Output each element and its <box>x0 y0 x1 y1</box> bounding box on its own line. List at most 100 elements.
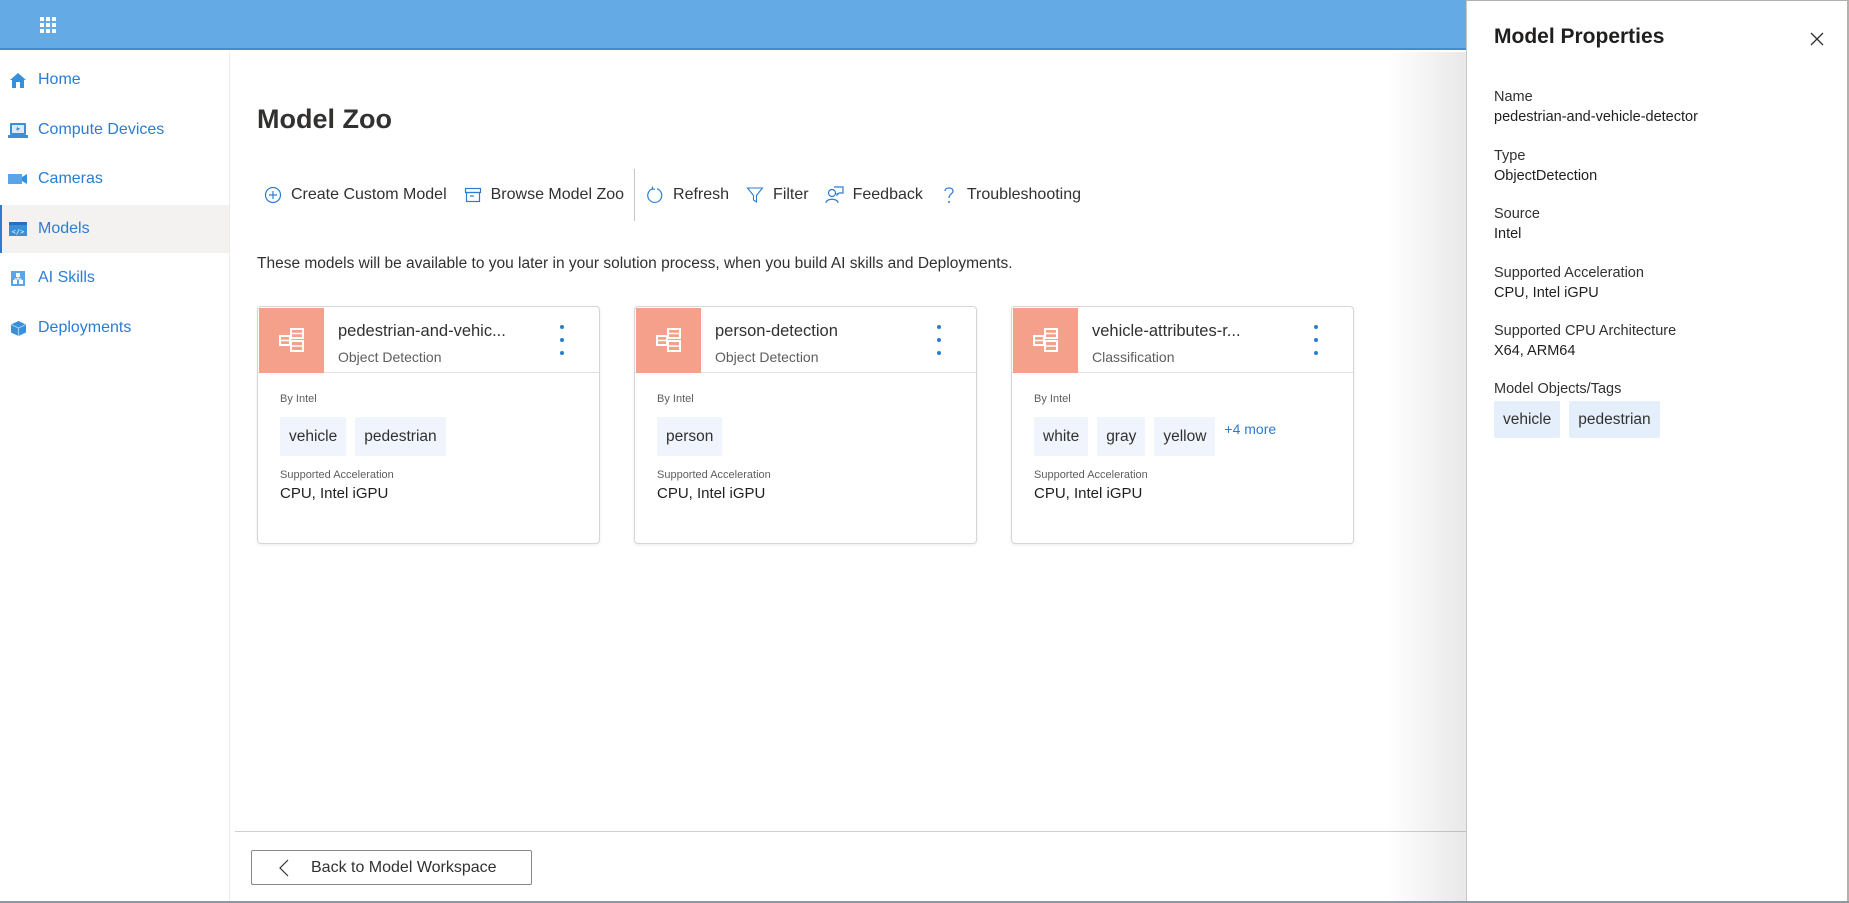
tag: pedestrian <box>1569 401 1660 438</box>
sidebar-item-label: Compute Devices <box>38 121 165 138</box>
card-title[interactable]: vehicle-attributes-r... <box>1092 322 1241 341</box>
property-model-tags: Model Objects/Tags vehicle pedestrian <box>1494 379 1669 438</box>
home-icon <box>8 71 28 89</box>
filter-label: Filter <box>773 186 809 203</box>
property-label: Supported CPU Architecture <box>1494 323 1677 339</box>
sidebar-item-cameras[interactable]: Cameras <box>0 155 229 203</box>
card-tags: person <box>657 417 731 456</box>
more-options-icon[interactable] <box>932 325 946 355</box>
model-card[interactable]: person-detection Object Detection By Int… <box>634 306 977 544</box>
property-label: Name <box>1494 89 1533 105</box>
browse-model-zoo-button[interactable]: Browse Model Zoo <box>455 175 632 215</box>
tag: white <box>1034 417 1089 456</box>
acceleration-label: Supported Acceleration <box>280 469 394 481</box>
acceleration-value: CPU, Intel iGPU <box>657 485 766 502</box>
troubleshooting-label: Troubleshooting <box>966 186 1082 203</box>
property-source: Source Intel <box>1494 204 1540 244</box>
app-launcher-icon[interactable] <box>38 15 58 35</box>
acceleration-label: Supported Acceleration <box>657 469 771 481</box>
sidebar-item-label: Cameras <box>38 170 103 187</box>
help-icon <box>939 185 959 205</box>
property-label: Source <box>1494 206 1540 222</box>
svg-text:</>: </> <box>12 228 25 236</box>
sidebar-item-label: AI Skills <box>38 269 95 286</box>
tag: person <box>657 417 723 456</box>
model-icon <box>259 308 324 373</box>
more-tags-link[interactable]: +4 more <box>1224 417 1276 456</box>
archive-icon <box>463 185 483 205</box>
feedback-button[interactable]: Feedback <box>817 175 931 215</box>
card-title[interactable]: person-detection <box>715 322 838 341</box>
property-value: ObjectDetection <box>1494 168 1598 184</box>
filter-button[interactable]: Filter <box>737 175 817 215</box>
back-button-label: Back to Model Workspace <box>311 858 497 876</box>
close-icon[interactable] <box>1807 29 1827 49</box>
feedback-label: Feedback <box>852 186 923 203</box>
sidebar-item-home[interactable]: Home <box>0 56 229 104</box>
tag: yellow <box>1154 417 1216 456</box>
tag: gray <box>1097 417 1146 456</box>
more-options-icon[interactable] <box>555 325 569 355</box>
sidebar-item-label: Deployments <box>38 319 132 336</box>
property-label: Supported Acceleration <box>1494 265 1644 281</box>
model-icon <box>1013 308 1078 373</box>
page-title: Model Zoo <box>257 104 392 134</box>
tag: vehicle <box>280 417 347 456</box>
sidebar-item-compute-devices[interactable]: Compute Devices <box>0 106 229 154</box>
card-tags: vehicle pedestrian <box>280 417 455 456</box>
create-custom-model-label: Create Custom Model <box>291 186 447 203</box>
property-acceleration: Supported Acceleration CPU, Intel iGPU <box>1494 263 1644 303</box>
card-subtitle: Object Detection <box>715 349 819 365</box>
refresh-button[interactable]: Refresh <box>637 175 737 215</box>
page-description: These models will be available to you la… <box>257 255 1013 272</box>
card-header: vehicle-attributes-r... Classification <box>1012 307 1353 373</box>
property-type: Type ObjectDetection <box>1494 146 1597 186</box>
model-card[interactable]: pedestrian-and-vehic... Object Detection… <box>257 306 600 544</box>
feedback-icon <box>825 185 845 205</box>
add-circle-icon <box>263 185 283 205</box>
tag: vehicle <box>1494 401 1561 438</box>
camera-icon <box>8 170 28 188</box>
property-label: Model Objects/Tags <box>1494 381 1622 397</box>
main-content: Model Zoo Create Custom Model Browse Mod… <box>231 52 1466 901</box>
card-header: person-detection Object Detection <box>635 307 976 373</box>
panel-title: Model Properties <box>1494 25 1665 48</box>
sidebar: Home Compute Devices Cameras </> Models … <box>0 52 230 901</box>
filter-icon <box>745 185 765 205</box>
command-bar: Create Custom Model Browse Model Zoo Ref… <box>255 169 1089 221</box>
card-subtitle: Classification <box>1092 349 1175 365</box>
browse-model-zoo-label: Browse Model Zoo <box>490 186 625 203</box>
sidebar-item-models[interactable]: </> Models <box>0 205 229 253</box>
model-properties-panel: Model Properties Name pedestrian-and-veh… <box>1466 0 1849 901</box>
footer-divider <box>235 831 1466 832</box>
back-to-model-workspace-button[interactable]: Back to Model Workspace <box>251 850 532 885</box>
acceleration-label: Supported Acceleration <box>1034 469 1148 481</box>
sidebar-item-ai-skills[interactable]: AI Skills <box>0 254 229 302</box>
acceleration-value: CPU, Intel iGPU <box>280 485 389 502</box>
card-publisher: By Intel <box>657 393 694 405</box>
app-window: Home Compute Devices Cameras </> Models … <box>0 0 1849 903</box>
property-value: Intel <box>1494 226 1522 242</box>
model-icon <box>636 308 701 373</box>
property-value: pedestrian-and-vehicle-detector <box>1494 109 1698 125</box>
card-publisher: By Intel <box>1034 393 1071 405</box>
model-card[interactable]: vehicle-attributes-r... Classification B… <box>1011 306 1354 544</box>
panel-tags: vehicle pedestrian <box>1494 401 1669 438</box>
card-subtitle: Object Detection <box>338 349 442 365</box>
troubleshooting-button[interactable]: Troubleshooting <box>931 175 1089 215</box>
deployments-icon <box>8 319 28 337</box>
create-custom-model-button[interactable]: Create Custom Model <box>255 175 455 215</box>
models-icon: </> <box>8 220 28 238</box>
property-label: Type <box>1494 148 1526 164</box>
more-options-icon[interactable] <box>1309 325 1323 355</box>
toolbar-divider <box>634 169 636 221</box>
property-cpu-architecture: Supported CPU Architecture X64, ARM64 <box>1494 321 1676 361</box>
property-name: Name pedestrian-and-vehicle-detector <box>1494 87 1698 127</box>
card-publisher: By Intel <box>280 393 317 405</box>
card-tags: white gray yellow +4 more <box>1034 417 1276 456</box>
compute-device-icon <box>8 121 28 139</box>
tag: pedestrian <box>355 417 446 456</box>
card-header: pedestrian-and-vehic... Object Detection <box>258 307 599 373</box>
card-title[interactable]: pedestrian-and-vehic... <box>338 322 506 341</box>
sidebar-item-deployments[interactable]: Deployments <box>0 304 229 352</box>
